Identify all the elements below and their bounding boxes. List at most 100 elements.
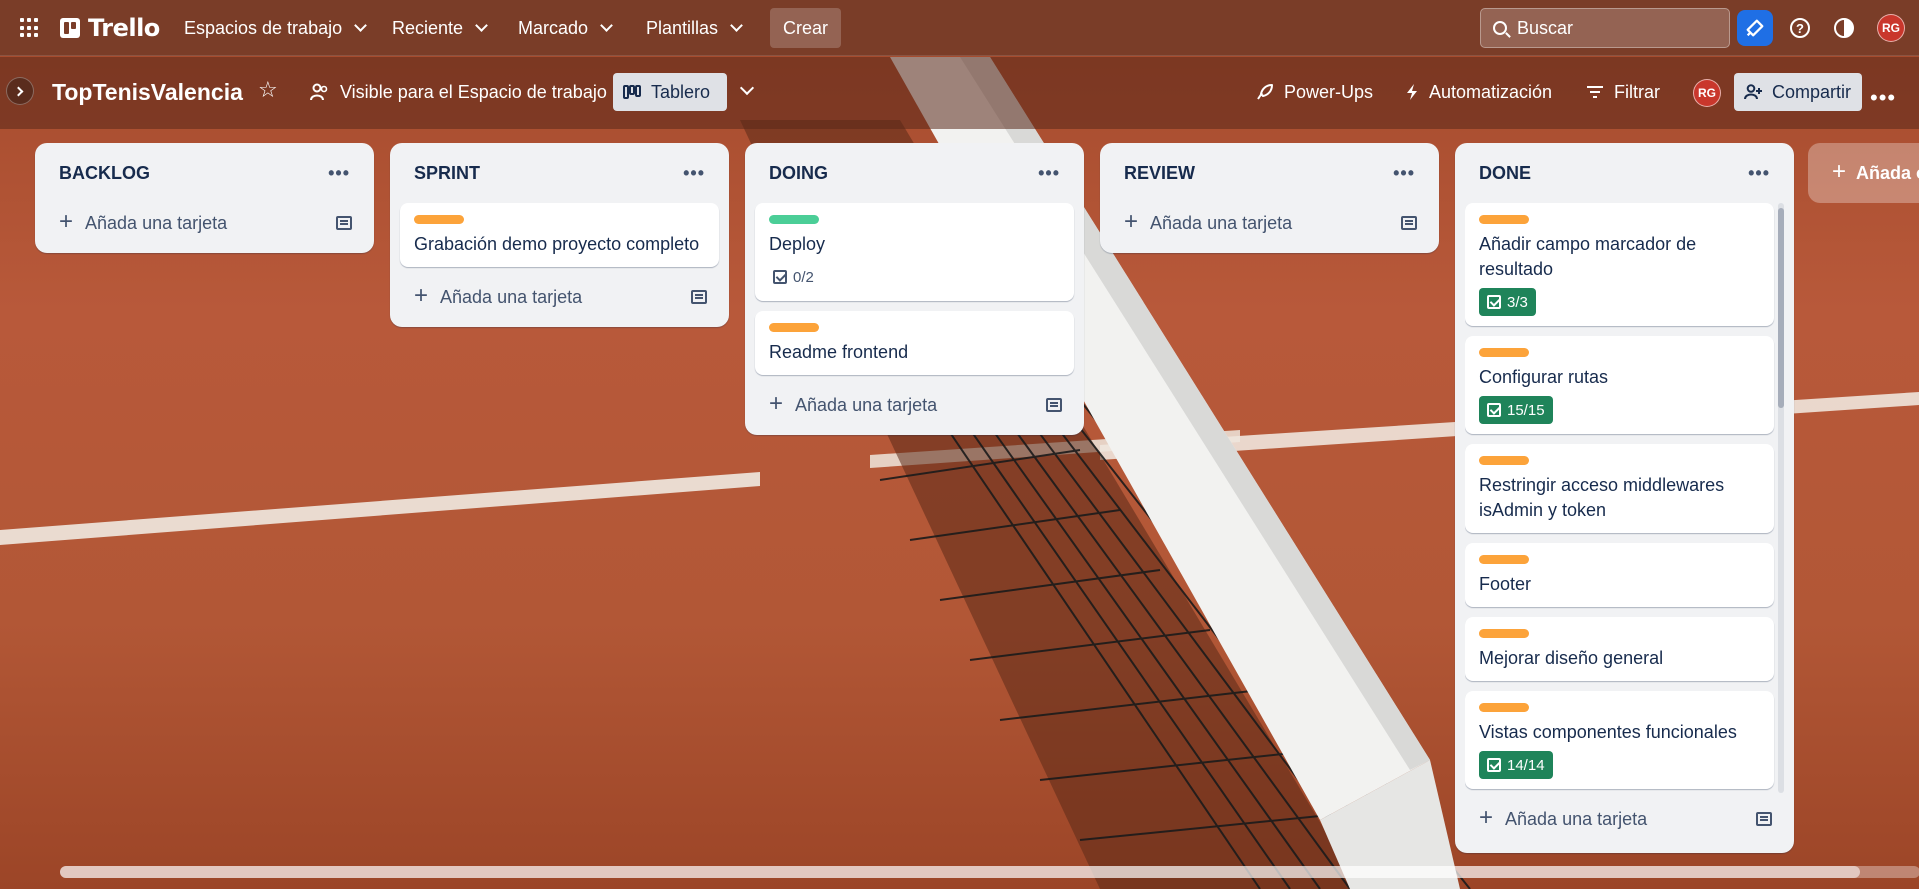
card-title: Restringir acceso middlewares isAdmin y … (1479, 475, 1725, 520)
board-horizontal-scrollbar[interactable] (60, 866, 1919, 878)
powerups-button[interactable]: Power-Ups (1246, 73, 1383, 111)
card-label[interactable] (1479, 703, 1529, 712)
card-label[interactable] (1479, 215, 1529, 224)
app-switcher-icon[interactable] (20, 18, 40, 38)
people-icon (310, 83, 328, 101)
add-card-label: Añada una tarjeta (440, 286, 583, 307)
nav-templates[interactable]: Plantillas (634, 10, 753, 46)
card[interactable]: Configurar rutas 15/15 (1465, 336, 1774, 434)
notifications-button[interactable] (1737, 10, 1773, 46)
card[interactable]: Añadir campo marcador de resultado 3/3 (1465, 203, 1774, 326)
card-label[interactable] (1479, 456, 1529, 465)
nav-starred[interactable]: Marcado (506, 10, 623, 46)
add-list-button[interactable]: + Añada o (1808, 143, 1919, 203)
card[interactable]: Footer (1465, 543, 1774, 607)
add-card-button[interactable]: + Añada una tarjeta (400, 277, 719, 317)
card[interactable]: Grabación demo proyecto completo (400, 203, 719, 267)
checklist-icon (1487, 295, 1501, 309)
board-view-button[interactable]: Tablero (613, 73, 727, 111)
add-card-button[interactable]: + Añada una tarjeta (1110, 203, 1429, 243)
nav-recent[interactable]: Reciente (380, 10, 498, 46)
filter-button[interactable]: Filtrar (1576, 73, 1670, 111)
list-title[interactable]: SPRINT (414, 163, 480, 184)
list-menu-icon[interactable]: ••• (1748, 163, 1770, 184)
filter-icon (1587, 86, 1603, 98)
trello-logo[interactable]: Trello (60, 14, 160, 42)
list-menu-icon[interactable]: ••• (1393, 163, 1415, 184)
automation-button[interactable]: Automatización (1395, 73, 1562, 111)
card[interactable]: Vistas componentes funcionales 14/14 (1465, 691, 1774, 789)
card-label[interactable] (1479, 629, 1529, 638)
board-member-avatar[interactable]: RG (1693, 79, 1721, 107)
scrollbar-thumb[interactable] (60, 866, 1860, 878)
card[interactable]: Deploy 0/2 (755, 203, 1074, 301)
checklist-icon (1487, 758, 1501, 772)
scrollbar-thumb[interactable] (1778, 208, 1784, 408)
add-card-button[interactable]: + Añada una tarjeta (45, 203, 364, 243)
list-title[interactable]: BACKLOG (59, 163, 150, 184)
chevron-down-icon[interactable] (739, 80, 755, 96)
list-sprint: SPRINT ••• Grabación demo proyecto compl… (390, 143, 729, 327)
sidebar-toggle-button[interactable] (6, 77, 34, 105)
card-list: Añadir campo marcador de resultado 3/3 C… (1465, 203, 1784, 795)
card-label[interactable] (1479, 555, 1529, 564)
checklist-count: 15/15 (1507, 401, 1545, 419)
list-menu-icon[interactable]: ••• (1038, 163, 1060, 184)
list-done: DONE ••• Añadir campo marcador de result… (1455, 143, 1794, 853)
card-title: Footer (1479, 574, 1532, 594)
user-avatar[interactable]: RG (1877, 14, 1905, 42)
list-title[interactable]: REVIEW (1124, 163, 1195, 184)
visibility-button[interactable]: Visible para el Espacio de trabajo (300, 73, 617, 111)
share-label: Compartir (1772, 81, 1852, 102)
card[interactable]: Readme frontend (755, 311, 1074, 375)
card[interactable]: Mejorar diseño general (1465, 617, 1774, 681)
star-icon[interactable]: ☆ (258, 77, 278, 103)
add-card-button[interactable]: + Añada una tarjeta (1465, 799, 1784, 839)
plus-icon: + (1479, 803, 1494, 831)
checklist-badge: 15/15 (1479, 396, 1553, 424)
card-label[interactable] (414, 215, 464, 224)
list-menu-icon[interactable]: ••• (328, 163, 350, 184)
add-card-label: Añada una tarjeta (85, 212, 228, 233)
card-title: Configurar rutas (1479, 367, 1609, 387)
card-label[interactable] (769, 323, 819, 332)
card-template-icon[interactable] (1756, 812, 1772, 826)
board-menu-icon[interactable]: ••• (1870, 85, 1896, 111)
plus-icon: + (414, 281, 429, 309)
create-button[interactable]: Crear (770, 8, 841, 48)
search-input[interactable] (1517, 17, 1707, 39)
checklist-count: 0/2 (793, 268, 814, 286)
list-scrollbar[interactable] (1778, 203, 1784, 793)
list-title[interactable]: DONE (1479, 163, 1531, 184)
nav-recent-label: Reciente (392, 17, 464, 38)
help-button[interactable]: ? (1782, 10, 1818, 46)
card-template-icon[interactable] (691, 290, 707, 304)
card-title: Deploy (769, 234, 826, 254)
card-template-icon[interactable] (1046, 398, 1062, 412)
share-button[interactable]: Compartir (1734, 73, 1862, 111)
add-card-label: Añada una tarjeta (1505, 808, 1648, 829)
card[interactable]: Restringir acceso middlewares isAdmin y … (1465, 444, 1774, 533)
theme-toggle[interactable] (1826, 10, 1862, 46)
board-title[interactable]: TopTenisValencia (52, 79, 243, 106)
card-label[interactable] (1479, 348, 1529, 357)
list-header: SPRINT ••• (400, 143, 719, 203)
list-backlog: BACKLOG ••• + Añada una tarjeta (35, 143, 374, 253)
chevron-down-icon (354, 19, 367, 32)
card-label[interactable] (769, 215, 819, 224)
nav-workspaces[interactable]: Espacios de trabajo (172, 10, 377, 46)
checklist-icon (1487, 403, 1501, 417)
brand-name: Trello (88, 14, 160, 42)
nav-starred-label: Marcado (518, 17, 589, 38)
card-template-icon[interactable] (336, 216, 352, 230)
visibility-label: Visible para el Espacio de trabajo (340, 81, 607, 102)
card-template-icon[interactable] (1401, 216, 1417, 230)
search-box[interactable] (1480, 8, 1730, 48)
card-scroll-area[interactable]: Añadir campo marcador de resultado 3/3 C… (1465, 203, 1784, 795)
add-card-button[interactable]: + Añada una tarjeta (755, 385, 1074, 425)
list-menu-icon[interactable]: ••• (683, 163, 705, 184)
checklist-badge: 14/14 (1479, 751, 1553, 779)
list-title[interactable]: DOING (769, 163, 828, 184)
list-header: REVIEW ••• (1110, 143, 1429, 203)
lightning-icon (1407, 84, 1417, 100)
